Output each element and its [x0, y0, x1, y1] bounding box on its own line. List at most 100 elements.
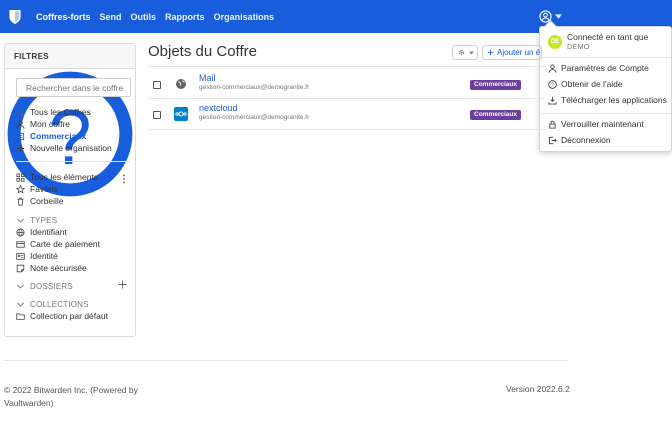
- table-row[interactable]: Mail gestion-commerciaux@demogranite.fr …: [148, 68, 546, 99]
- menu-get-help[interactable]: ? Obtenir de l'aide: [540, 76, 671, 92]
- nav-vaults[interactable]: Coffres-forts: [36, 12, 91, 22]
- footer-copyright: © 2022 Bitwarden Inc. (Powered by Vaultw…: [4, 385, 138, 408]
- trash-icon: [17, 197, 24, 206]
- section-collections-label: COLLECTIONS: [30, 299, 89, 309]
- filter-new-organisation-label: Nouvelle organisation: [30, 143, 112, 153]
- filter-type-login-label: Identifiant: [30, 227, 67, 237]
- filter-type-identity-label: Identité: [30, 251, 58, 261]
- section-types-label: TYPES: [30, 215, 58, 225]
- add-item-label: Ajouter un é: [497, 48, 541, 57]
- filter-trash[interactable]: Corbeille: [16, 195, 64, 207]
- avatar: DE: [548, 34, 562, 49]
- filter-all-items-label: Tous les éléments: [30, 172, 99, 182]
- filter-my-vault-label: Mon coffre: [30, 119, 71, 129]
- filters-title: FILTRES: [5, 44, 135, 69]
- cube-icon: [16, 132, 25, 140]
- caret-down-icon: [555, 14, 562, 19]
- filter-type-login[interactable]: Identifiant: [16, 226, 67, 238]
- add-item-button[interactable]: Ajouter un é: [482, 45, 542, 60]
- filter-favorites[interactable]: Favoris: [16, 183, 58, 195]
- table-row[interactable]: nextcloud gestion-commerciaux@demogranit…: [148, 98, 546, 129]
- row-checkbox[interactable]: [153, 81, 161, 89]
- filter-all-items[interactable]: Tous les éléments: [16, 171, 98, 183]
- divider: [540, 57, 671, 58]
- globe-icon: [176, 79, 186, 89]
- filter-type-card-label: Carte de paiement: [30, 239, 100, 249]
- menu-download-apps-label: Télécharger les applications: [561, 95, 667, 105]
- org-badge: Commerciaux: [470, 110, 521, 120]
- divider: [148, 66, 546, 67]
- folder-icon: [16, 312, 25, 320]
- chevron-down-icon: [17, 218, 24, 223]
- row-username: gestion-commerciaux@demogranite.fr: [199, 114, 310, 121]
- username: DEMO: [567, 41, 590, 51]
- filter-type-note-label: Note sécurisée: [30, 263, 87, 273]
- svg-text:?: ?: [551, 82, 554, 88]
- star-icon: [16, 184, 25, 194]
- nav-tools[interactable]: Outils: [131, 12, 157, 22]
- filter-default-collection[interactable]: Collection par défaut: [16, 310, 108, 322]
- filter-my-vault[interactable]: Mon coffre: [16, 118, 70, 130]
- vault-search-input[interactable]: [16, 78, 131, 97]
- user-icon: [16, 119, 25, 129]
- menu-logout[interactable]: Déconnexion: [540, 132, 671, 148]
- bitwarden-logo-icon[interactable]: [4, 6, 26, 28]
- nav-send[interactable]: Send: [100, 12, 122, 22]
- row-name-link[interactable]: nextcloud: [199, 103, 238, 113]
- menu-lock-now[interactable]: Verrouiller maintenant: [540, 116, 671, 132]
- menu-logout-label: Déconnexion: [561, 135, 611, 145]
- nav-organisations[interactable]: Organisations: [214, 12, 275, 22]
- user-icon: [548, 63, 557, 73]
- page-title: Objets du Coffre: [148, 43, 257, 60]
- grid-icon: [16, 172, 25, 182]
- filter-org-commerciaux[interactable]: Commerciaux: [16, 130, 86, 142]
- chevron-down-icon: [17, 284, 24, 289]
- filter-trash-label: Corbeille: [30, 196, 64, 206]
- caret-down-icon: [468, 50, 474, 55]
- section-folders[interactable]: DOSSIERS: [16, 280, 73, 292]
- filter-all-vaults-label: Tous les Coffres: [30, 107, 91, 117]
- section-collections[interactable]: COLLECTIONS: [16, 298, 89, 310]
- row-username: gestion-commerciaux@demogranite.fr: [199, 84, 310, 91]
- section-types[interactable]: TYPES: [16, 214, 57, 226]
- sign-out-icon: [548, 136, 557, 144]
- filter-type-identity[interactable]: Identité: [16, 250, 58, 262]
- globe-icon: [16, 227, 25, 237]
- lock-icon: [549, 120, 556, 129]
- menu-download-apps[interactable]: Télécharger les applications: [540, 92, 671, 108]
- filter-favorites-label: Favoris: [30, 184, 58, 194]
- row-name-link[interactable]: Mail: [199, 73, 216, 83]
- filter-type-card[interactable]: Carte de paiement: [16, 238, 100, 250]
- filter-org-commerciaux-label: Commerciaux: [30, 131, 87, 141]
- download-icon: [548, 96, 557, 105]
- credit-card-icon: [16, 240, 25, 248]
- filter-type-note[interactable]: Note sécurisée: [16, 262, 87, 274]
- org-badge: Commerciaux: [470, 80, 521, 90]
- sticky-note-icon: [16, 264, 25, 272]
- options-dropdown-button[interactable]: [452, 45, 478, 60]
- menu-account-settings-label: Paramètres de Compte: [561, 63, 649, 73]
- section-folders-label: DOSSIERS: [30, 281, 73, 291]
- menu-get-help-label: Obtenir de l'aide: [561, 79, 623, 89]
- nav-reports[interactable]: Rapports: [165, 12, 205, 22]
- plus-icon: [487, 49, 494, 56]
- menu-account-settings[interactable]: Paramètres de Compte: [540, 60, 671, 76]
- chevron-down-icon: [17, 302, 24, 307]
- logged-in-label: Connecté en tant que: [567, 31, 649, 42]
- nextcloud-icon: [174, 107, 188, 121]
- footer-divider: [4, 360, 568, 361]
- question-circle-icon: ?: [548, 79, 557, 89]
- filter-new-organisation[interactable]: Nouvelle organisation: [16, 142, 112, 154]
- plus-icon: [16, 144, 25, 152]
- gear-icon: [458, 49, 464, 56]
- filters-panel: FILTRES ? Tous les Coffres Mon coffre Co…: [4, 43, 136, 337]
- chevron-down-icon: [17, 110, 24, 115]
- filter-default-collection-label: Collection par défaut: [30, 311, 108, 321]
- row-checkbox[interactable]: [153, 111, 161, 119]
- divider: [148, 129, 546, 130]
- menu-lock-now-label: Verrouiller maintenant: [561, 119, 644, 129]
- divider: [540, 113, 671, 114]
- org-options-icon[interactable]: [121, 174, 127, 184]
- add-folder-icon[interactable]: [118, 280, 127, 289]
- filter-all-vaults[interactable]: Tous les Coffres: [16, 106, 91, 118]
